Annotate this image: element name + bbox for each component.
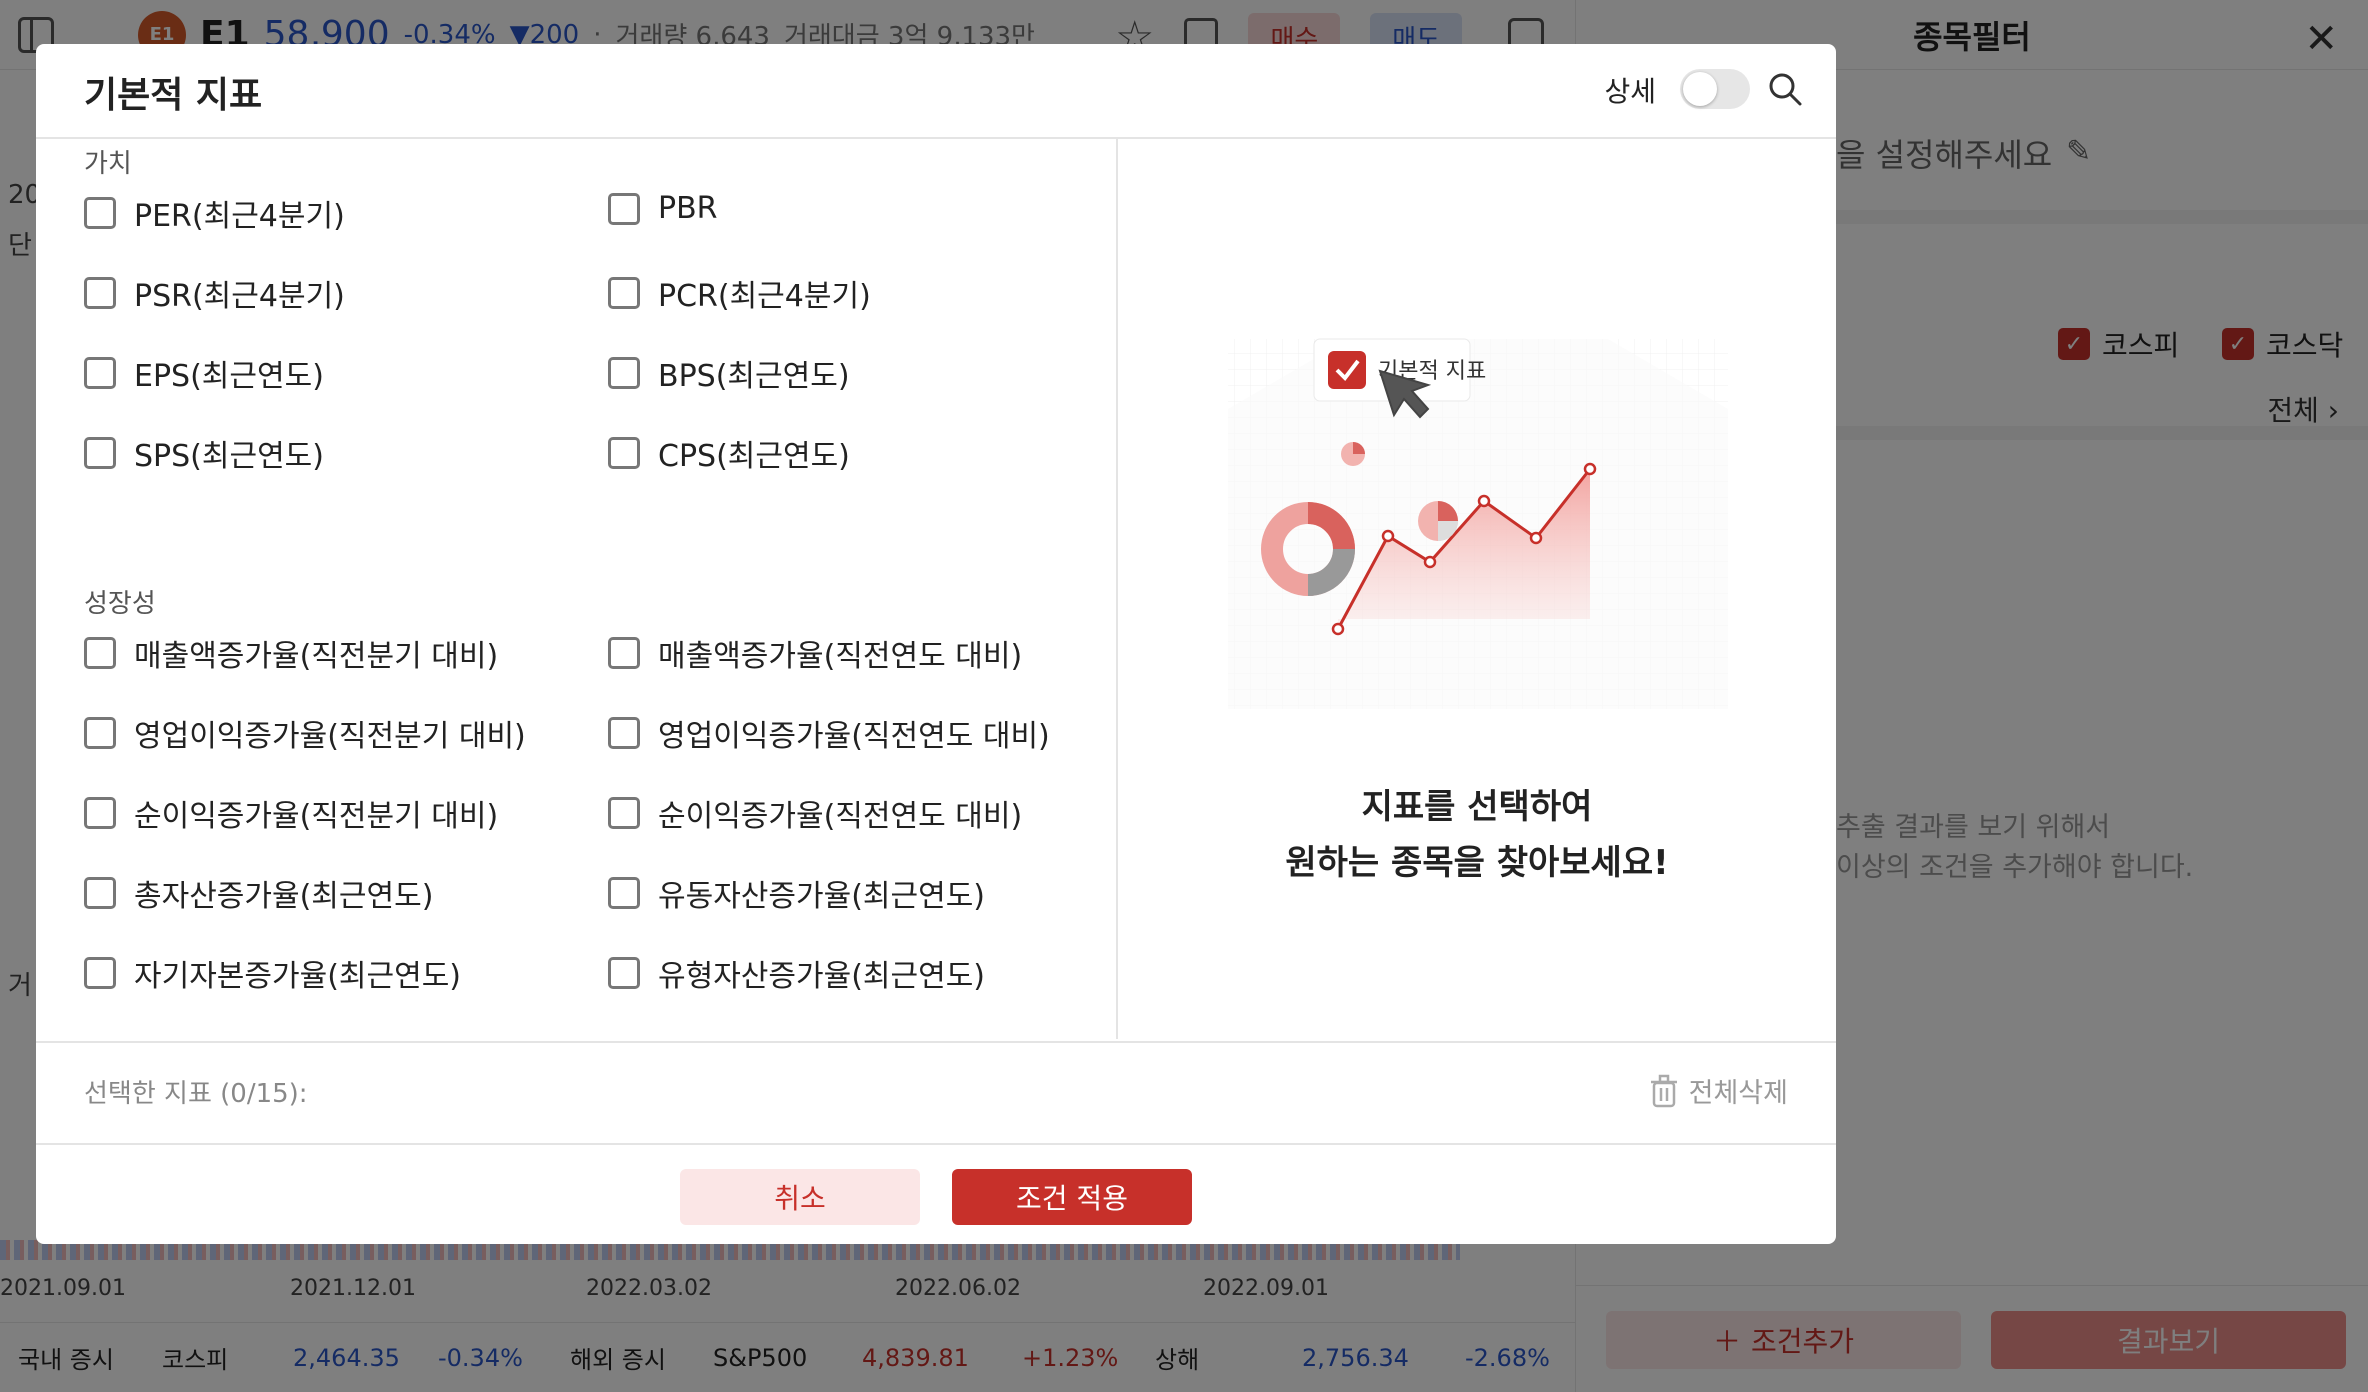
checkbox[interactable] <box>84 717 116 749</box>
illustration-panel: 기본적 지표 지표를 선택하여 원하는 종목을 찾아보세요! <box>1118 139 1836 1039</box>
indicator-label: CPS(최근연도) <box>658 439 850 474</box>
indicator-option[interactable]: 유동자산증가율(최근연도) <box>608 871 985 915</box>
indicator-label: 영업이익증가율(직전분기 대비) <box>134 719 526 754</box>
toggle-knob <box>1683 72 1717 106</box>
delete-all-label: 전체삭제 <box>1688 1078 1788 1109</box>
section-label-value: 가치 <box>84 149 132 179</box>
indicator-option[interactable]: 매출액증가율(직전분기 대비) <box>84 631 498 675</box>
indicator-label: 순이익증가율(직전분기 대비) <box>134 799 499 834</box>
indicator-option[interactable]: 순이익증가율(직전연도 대비) <box>608 791 1022 835</box>
checkbox[interactable] <box>608 357 640 389</box>
indicator-option[interactable]: 순이익증가율(직전분기 대비) <box>84 791 498 835</box>
trash-icon <box>1650 1074 1677 1107</box>
indicator-option[interactable]: 총자산증가율(최근연도) <box>84 871 433 915</box>
indicator-option[interactable]: PBR <box>608 191 718 226</box>
selected-count-label: 선택한 지표 (0/15): <box>84 1079 308 1109</box>
indicator-option[interactable]: 영업이익증가율(직전연도 대비) <box>608 711 1050 755</box>
checkbox[interactable] <box>608 957 640 989</box>
checkbox[interactable] <box>84 957 116 989</box>
modal-title: 기본적 지표 <box>84 75 263 116</box>
indicator-label: 매출액증가율(직전분기 대비) <box>134 639 499 674</box>
indicator-label: PBR <box>658 191 718 226</box>
checkbox[interactable] <box>84 197 116 229</box>
indicator-label: 매출액증가율(직전연도 대비) <box>658 639 1023 674</box>
checkbox[interactable] <box>84 437 116 469</box>
indicator-option[interactable]: SPS(최근연도) <box>84 431 324 475</box>
indicator-option[interactable]: EPS(최근연도) <box>84 351 324 395</box>
indicator-label: PER(최근4분기) <box>134 199 345 234</box>
indicator-option[interactable]: 유형자산증가율(최근연도) <box>608 951 985 995</box>
checkbox[interactable] <box>608 437 640 469</box>
checkbox[interactable] <box>608 637 640 669</box>
promo-text: 지표를 선택하여 원하는 종목을 찾아보세요! <box>1118 779 1836 891</box>
checkbox[interactable] <box>84 797 116 829</box>
modal-header: 기본적 지표 상세 <box>36 44 1836 139</box>
indicator-list[interactable]: 가치 PER(최근4분기) PBR PSR(최근4분기) PCR(최근4분기) … <box>36 139 1116 1039</box>
indicator-option[interactable]: BPS(최근연도) <box>608 351 850 395</box>
detail-toggle[interactable] <box>1680 69 1750 109</box>
checkbox[interactable] <box>84 277 116 309</box>
indicator-label: 영업이익증가율(직전연도 대비) <box>658 719 1050 754</box>
indicator-option[interactable]: 매출액증가율(직전연도 대비) <box>608 631 1022 675</box>
indicator-label: 유동자산증가율(최근연도) <box>658 879 986 914</box>
indicator-option[interactable]: PCR(최근4분기) <box>608 271 871 315</box>
checkbox[interactable] <box>608 877 640 909</box>
illustration-graphic: 기본적 지표 <box>1228 338 1728 709</box>
promo-line1: 지표를 선택하여 <box>1361 787 1593 827</box>
section-label-growth: 성장성 <box>84 589 156 619</box>
apply-condition-button[interactable]: 조건 적용 <box>952 1169 1192 1225</box>
promo-line2: 원하는 종목을 찾아보세요! <box>1285 843 1669 883</box>
search-icon[interactable] <box>1766 70 1804 108</box>
indicator-option[interactable]: CPS(최근연도) <box>608 431 850 475</box>
indicator-option[interactable]: 영업이익증가율(직전분기 대비) <box>84 711 526 755</box>
indicator-label: 유형자산증가율(최근연도) <box>658 959 986 994</box>
selected-indicators-bar: 선택한 지표 (0/15): 전체삭제 <box>36 1041 1836 1145</box>
checkbox[interactable] <box>608 192 640 225</box>
checkbox[interactable] <box>84 357 116 389</box>
indicator-option[interactable]: 자기자본증가율(최근연도) <box>84 951 461 995</box>
fundamental-indicator-modal: 기본적 지표 상세 가치 PER(최근4분기) PBR PSR(최근4분기) P… <box>36 44 1836 1244</box>
indicator-label: EPS(최근연도) <box>134 359 324 394</box>
indicator-label: PSR(최근4분기) <box>134 279 345 314</box>
checkbox[interactable] <box>84 637 116 669</box>
indicator-label: 총자산증가율(최근연도) <box>134 879 434 914</box>
checkbox[interactable] <box>608 797 640 829</box>
checkbox[interactable] <box>608 277 640 309</box>
indicator-label: 순이익증가율(직전연도 대비) <box>658 799 1023 834</box>
indicator-label: SPS(최근연도) <box>134 439 324 474</box>
cancel-button[interactable]: 취소 <box>680 1169 920 1225</box>
indicator-label: BPS(최근연도) <box>658 359 850 394</box>
delete-all-button[interactable]: 전체삭제 <box>1649 1071 1788 1110</box>
checkbox[interactable] <box>608 717 640 749</box>
indicator-option[interactable]: PSR(최근4분기) <box>84 271 345 315</box>
indicator-option[interactable]: PER(최근4분기) <box>84 191 345 235</box>
indicator-label: 자기자본증가율(최근연도) <box>134 959 462 994</box>
detail-label: 상세 <box>1604 75 1656 108</box>
indicator-label: PCR(최근4분기) <box>658 279 871 314</box>
checkbox[interactable] <box>84 877 116 909</box>
